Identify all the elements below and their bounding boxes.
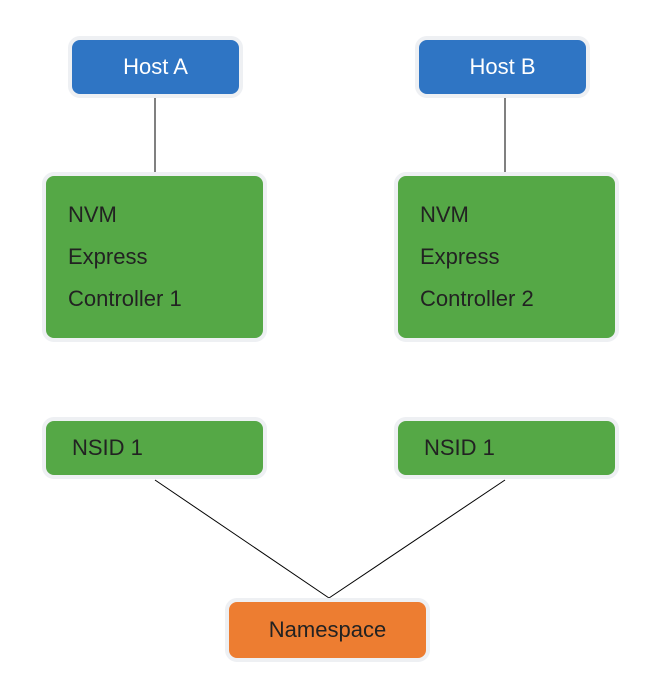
controller-1-line1: NVM [68,194,117,236]
controller-2-line3: Controller 2 [420,278,534,320]
nsid-1-right-label: NSID 1 [424,435,495,461]
host-a-label: Host A [123,54,188,80]
controller-1-box: NVM Express Controller 1 [42,172,267,342]
controller-2-line1: NVM [420,194,469,236]
nsid-1-right-box: NSID 1 [394,417,619,479]
controller-2-box: NVM Express Controller 2 [394,172,619,342]
controller-2-line2: Express [420,236,499,278]
host-a-box: Host A [68,36,243,98]
controller-1-line3: Controller 1 [68,278,182,320]
controller-1-line2: Express [68,236,147,278]
nsid-1-left-box: NSID 1 [42,417,267,479]
namespace-label: Namespace [269,617,386,643]
host-b-box: Host B [415,36,590,98]
namespace-box: Namespace [225,598,430,662]
host-b-label: Host B [469,54,535,80]
nsid-1-left-label: NSID 1 [72,435,143,461]
